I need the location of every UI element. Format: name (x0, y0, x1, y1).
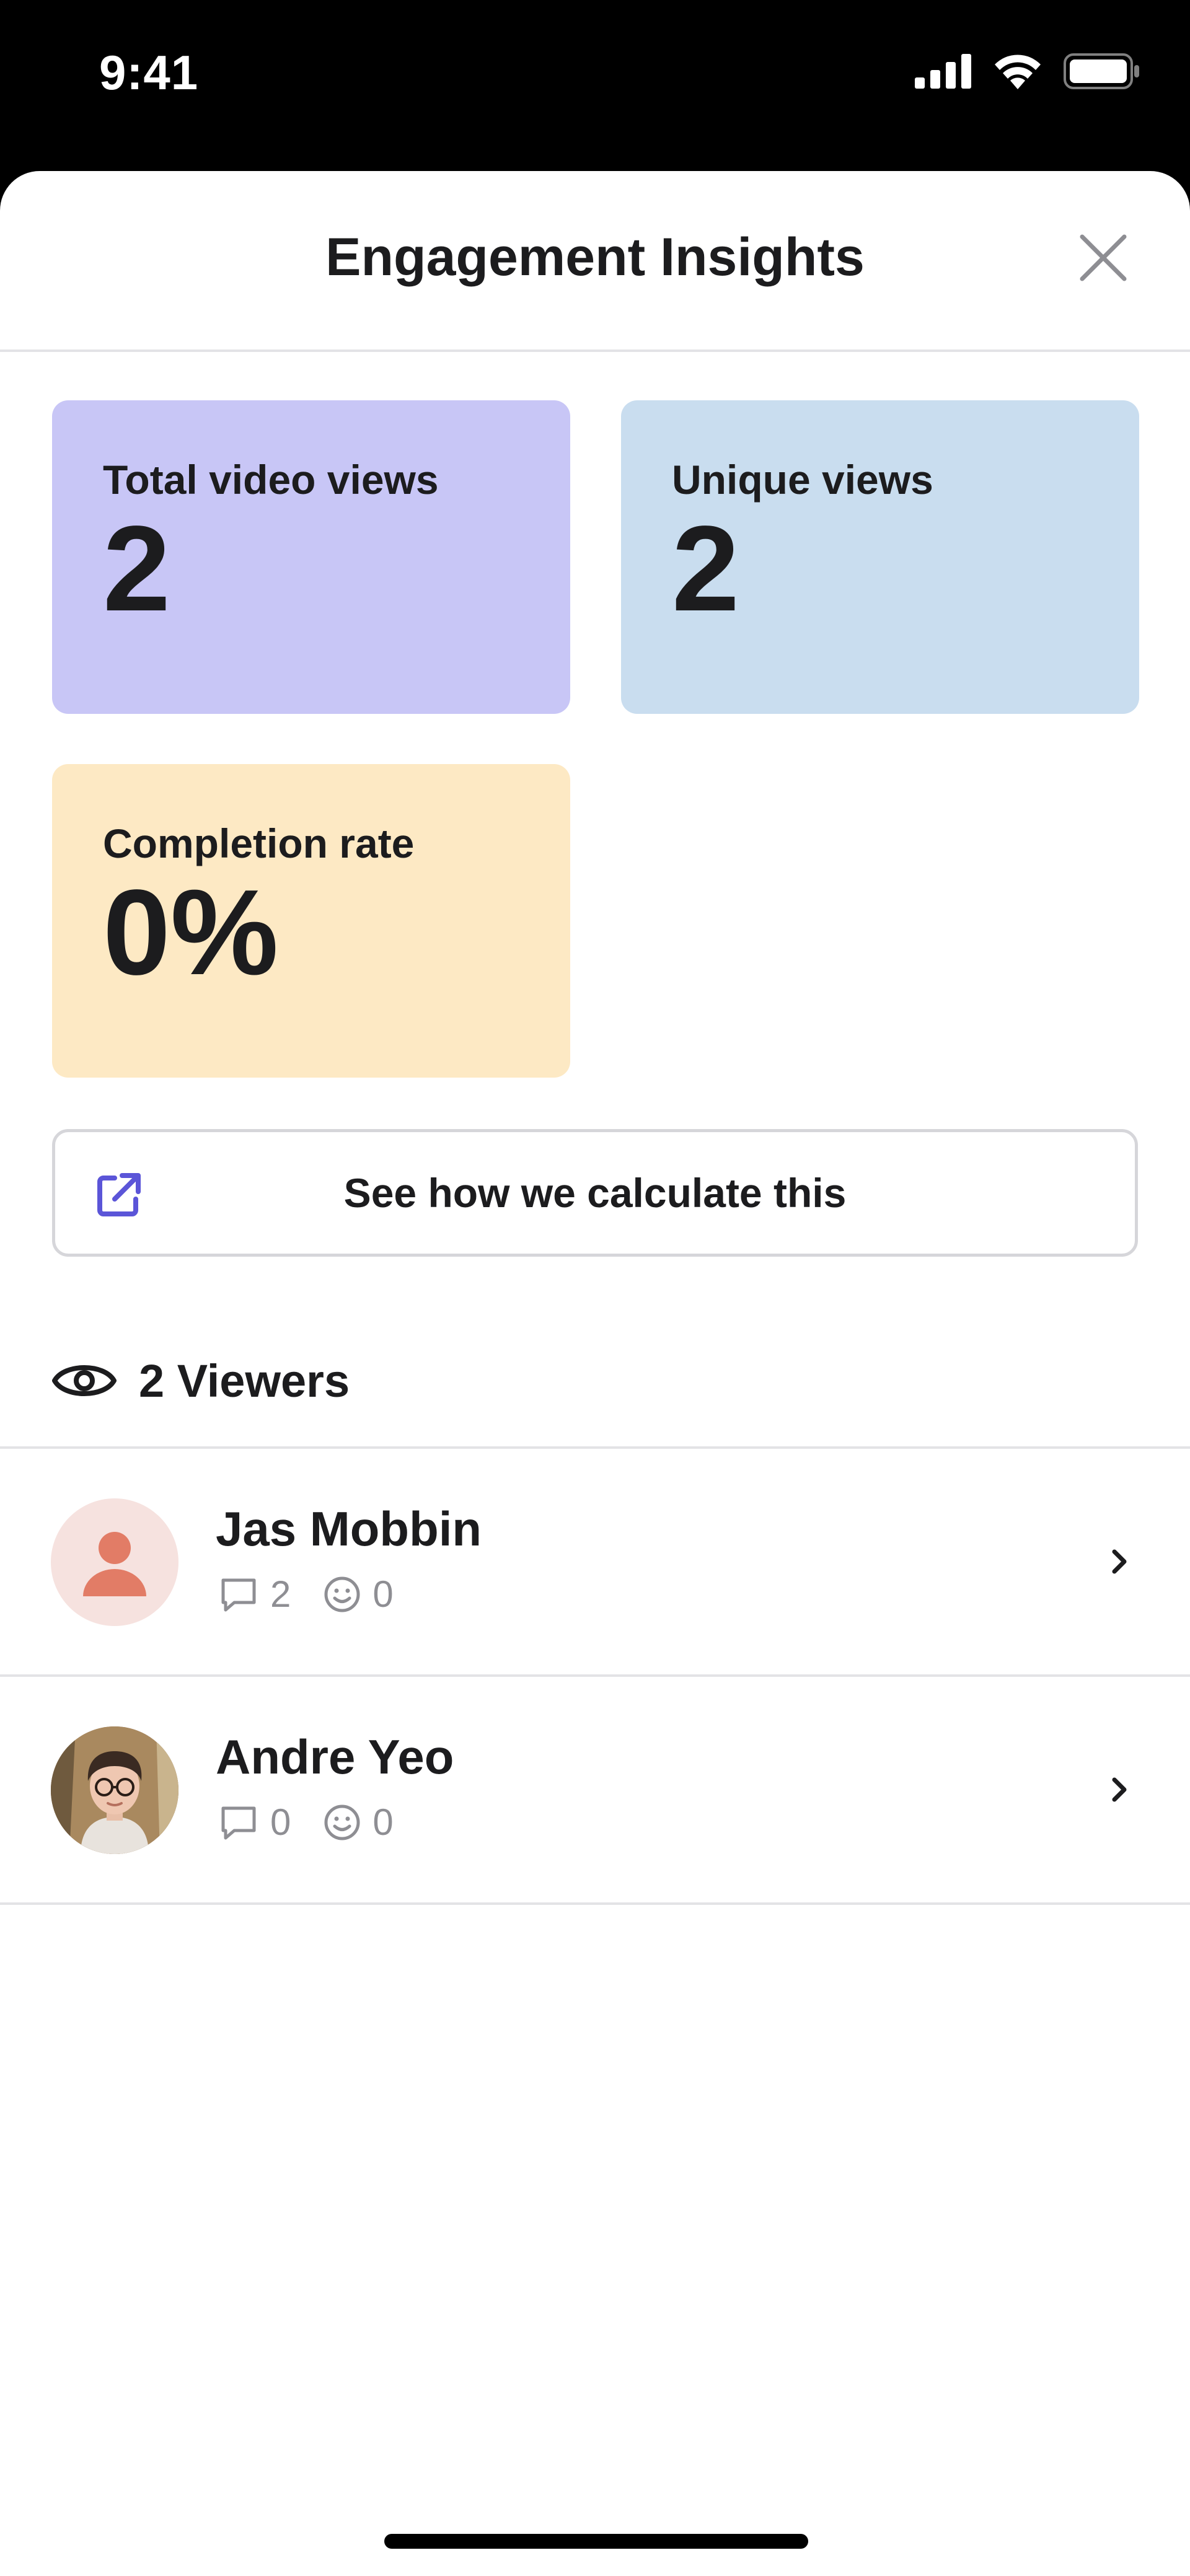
home-indicator (384, 2534, 808, 2549)
completion-rate-card: Completion rate 0% (52, 764, 570, 1078)
calc-button-label: See how we calculate this (343, 1170, 847, 1216)
avatar (51, 1498, 178, 1626)
smiley-icon (324, 1576, 360, 1612)
comment-count-value: 2 (270, 1573, 291, 1615)
viewers-count-label: 2 Viewers (139, 1355, 350, 1407)
sheet-header: Engagement Insights (0, 171, 1190, 352)
reaction-count-value: 0 (372, 1801, 394, 1843)
wifi-icon (995, 55, 1041, 89)
viewer-stats: 2 0 (218, 1573, 426, 1615)
unique-views-card: Unique views 2 (621, 400, 1139, 714)
see-how-we-calculate-button[interactable]: See how we calculate this (52, 1129, 1138, 1257)
chevron-right-icon (1112, 1549, 1127, 1574)
comment-count: 2 (218, 1573, 291, 1615)
reaction-count: 0 (323, 1801, 394, 1844)
viewer-row-andre-yeo[interactable]: Andre Yeo 0 0 (0, 1677, 1190, 1902)
close-icon (1080, 234, 1127, 281)
metric-label: Unique views (672, 457, 933, 503)
chevron-right-icon (1112, 1777, 1127, 1802)
viewer-name: Andre Yeo (216, 1730, 454, 1784)
comment-icon (221, 1806, 256, 1839)
comment-icon (221, 1578, 256, 1611)
sheet-title: Engagement Insights (325, 227, 865, 287)
metric-label: Total video views (103, 457, 439, 503)
status-bar: 9:41 (0, 0, 1190, 171)
smiley-icon (324, 1805, 360, 1840)
divider (0, 1902, 1190, 1905)
default-person-avatar-icon (83, 1532, 146, 1596)
battery-icon (1064, 53, 1139, 89)
metric-value: 2 (103, 501, 171, 636)
comment-count: 0 (218, 1801, 291, 1844)
viewers-heading: 2 Viewers (52, 1343, 350, 1418)
reaction-count-value: 0 (372, 1573, 394, 1615)
cellular-signal-icon (915, 54, 971, 89)
metric-label: Completion rate (103, 820, 415, 866)
comment-count-value: 0 (270, 1801, 291, 1843)
reaction-count: 0 (323, 1573, 394, 1615)
total-video-views-card: Total video views 2 (52, 400, 570, 714)
viewer-name: Jas Mobbin (216, 1501, 482, 1556)
status-icons (915, 53, 1140, 89)
avatar (51, 1726, 178, 1854)
metric-value: 2 (672, 501, 740, 636)
viewer-stats: 0 0 (218, 1801, 426, 1844)
eye-icon (52, 1365, 117, 1396)
close-button[interactable] (1078, 233, 1128, 283)
photo-avatar-icon (51, 1726, 178, 1854)
metric-value: 0% (103, 864, 279, 1000)
viewer-row-jas-mobbin[interactable]: Jas Mobbin 2 0 (0, 1449, 1190, 1674)
status-time: 9:41 (99, 45, 199, 100)
